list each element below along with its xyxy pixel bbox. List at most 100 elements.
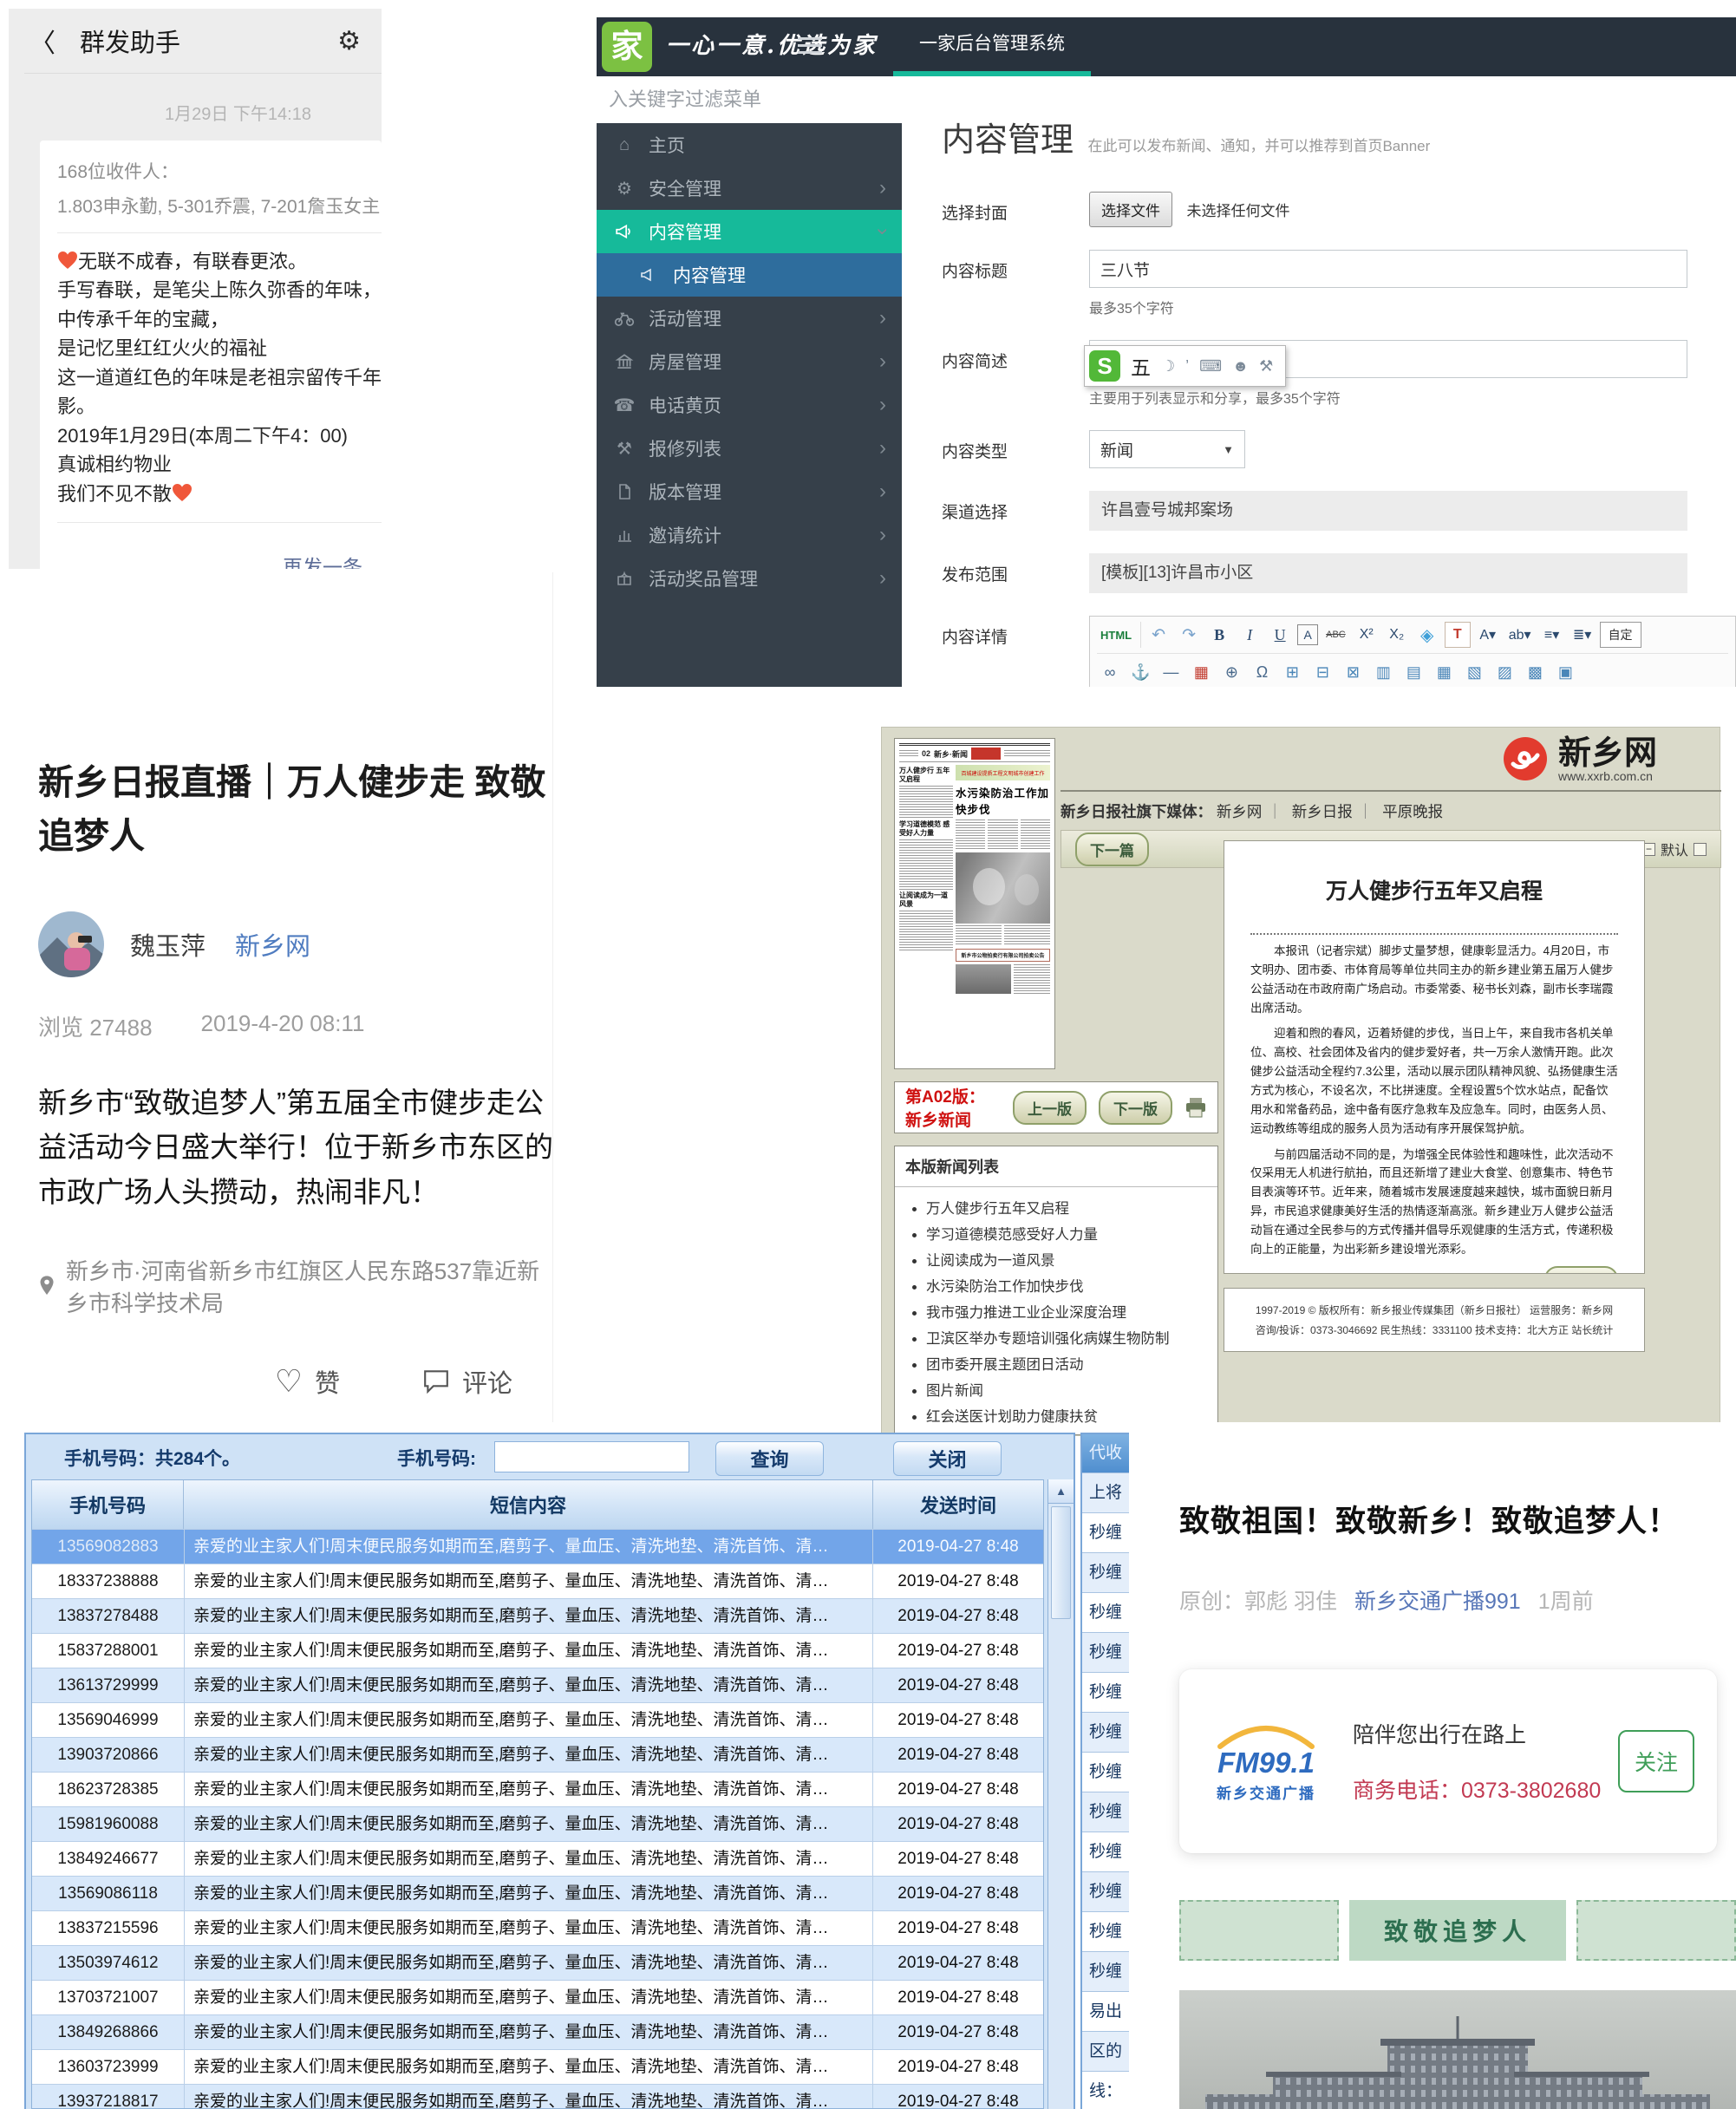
sidebar-item-versions[interactable]: 版本管理 › <box>597 470 902 513</box>
media-link[interactable]: 新乡日报 <box>1292 803 1353 820</box>
editor-tool-icon[interactable]: ≣▾ <box>1570 622 1596 648</box>
editor-tool-icon[interactable]: ↶ <box>1145 622 1171 648</box>
next-article-button[interactable]: 下一篇 <box>1544 1266 1618 1274</box>
table-row[interactable]: 13603723999 亲爱的业主家人们!周末便民服务如期而至,磨剪子、量血压、… <box>32 2049 1043 2084</box>
table-row[interactable]: 13903720866 亲爱的业主家人们!周末便民服务如期而至,磨剪子、量血压、… <box>32 1737 1043 1772</box>
editor-tool-icon[interactable]: ▤ <box>1400 659 1426 685</box>
sidebar-item-repairs[interactable]: ⚒ 报修列表 › <box>597 427 902 470</box>
keyboard-icon[interactable]: ⌨ <box>1199 357 1222 375</box>
sidebar-subitem-content[interactable]: 内容管理 <box>597 253 902 297</box>
zoom-default-label[interactable]: 默认 <box>1661 839 1688 859</box>
table-row[interactable]: 13837278488 亲爱的业主家人们!周末便民服务如期而至,磨剪子、量血压、… <box>32 1598 1043 1633</box>
sidebar-item-phonebook[interactable]: ☎ 电话黄页 › <box>597 383 902 427</box>
next-page-button[interactable]: 下一版 <box>1099 1091 1172 1125</box>
content-title-input[interactable] <box>1089 250 1687 288</box>
news-list-item[interactable]: 学习道德模范感受好人力量 <box>926 1222 1217 1248</box>
editor-tool-icon[interactable]: ▧ <box>1461 659 1487 685</box>
editor-tool-icon[interactable]: ▩ <box>1522 659 1548 685</box>
table-row[interactable]: 18623728385 亲爱的业主家人们!周末便民服务如期而至,磨剪子、量血压、… <box>32 1772 1043 1806</box>
editor-tool-icon[interactable]: A <box>1297 624 1318 645</box>
news-list-item[interactable]: 图片新闻 <box>926 1378 1217 1404</box>
column-phone[interactable]: 手机号码 <box>32 1480 184 1529</box>
news-list-item[interactable]: 万人健步行五年又启程 <box>926 1196 1217 1222</box>
editor-tool-icon[interactable]: ◈ <box>1414 622 1440 648</box>
wrench-icon[interactable]: ⚒ <box>1259 357 1273 375</box>
table-row[interactable]: 13849268866 亲爱的业主家人们!周末便民服务如期而至,磨剪子、量血压、… <box>32 2014 1043 2049</box>
editor-tool-icon[interactable]: X₂ <box>1384 622 1410 648</box>
editor-tool-icon[interactable]: ▨ <box>1491 659 1517 685</box>
query-button[interactable]: 查询 <box>715 1441 824 1476</box>
banner-label[interactable]: 致敬追梦人 <box>1349 1900 1566 1961</box>
sidebar-item-invite-stats[interactable]: 邀请统计 › <box>597 513 902 557</box>
ime-candidate[interactable]: 五 <box>1131 351 1151 381</box>
location-row[interactable]: 新乡市·河南省新乡市红旗区人民东路537靠近新乡市科学技术局 <box>38 1254 552 1318</box>
sidebar-item-activity[interactable]: 活动管理 › <box>597 297 902 340</box>
sidebar-item-home[interactable]: ⌂ 主页 <box>597 123 902 166</box>
zoom-default-icon[interactable] <box>1694 843 1707 856</box>
source-link[interactable]: 新乡网 <box>235 926 310 963</box>
tab-system[interactable]: 一家后台管理系统 <box>893 17 1091 76</box>
author-name[interactable]: 魏玉萍 <box>130 926 206 963</box>
news-list-item[interactable]: 我市强力推进工业企业深度治理 <box>926 1300 1217 1326</box>
moon-icon[interactable]: ☽ <box>1161 357 1175 375</box>
close-button[interactable]: 关闭 <box>893 1441 1002 1476</box>
editor-tool-icon[interactable]: ▣ <box>1552 659 1578 685</box>
prev-page-button[interactable]: 上一版 <box>1013 1091 1087 1125</box>
table-row[interactable]: 13569046999 亲爱的业主家人们!周末便民服务如期而至,磨剪子、量血压、… <box>32 1702 1043 1737</box>
person-icon[interactable]: ☻ <box>1232 357 1249 375</box>
editor-tool-icon[interactable]: ⚓ <box>1127 659 1153 685</box>
table-row[interactable]: 13837215596 亲爱的业主家人们!周末便民服务如期而至,磨剪子、量血压、… <box>32 1910 1043 1945</box>
editor-tool-icon[interactable]: — <box>1158 659 1184 685</box>
editor-tool-icon[interactable]: HTML <box>1097 622 1141 648</box>
editor-tool-icon[interactable]: ▦ <box>1431 659 1457 685</box>
editor-tool-icon[interactable]: T <box>1445 622 1471 648</box>
scope-value[interactable]: [模板][13]许昌市小区 <box>1089 553 1687 593</box>
editor-tool-icon[interactable]: ▦ <box>1188 659 1214 685</box>
resend-button[interactable]: 再发一条 <box>57 537 382 569</box>
scroll-up-icon[interactable]: ▲ <box>1048 1479 1074 1504</box>
choose-file-button[interactable]: 选择文件 <box>1089 192 1172 227</box>
column-message[interactable]: 短信内容 <box>184 1480 873 1529</box>
back-icon[interactable]: 〈 <box>29 22 55 60</box>
printer-icon[interactable] <box>1185 1097 1207 1118</box>
site-logo[interactable]: 新乡网 www.xxrb.com.cn <box>1501 735 1657 783</box>
newspaper-page-thumbnail[interactable]: 02 新乡·新闻 万人健步行 五年又启程 学习道德模范 感受好人力量 让阅读成为… <box>894 738 1055 1069</box>
sidebar-search-input[interactable] <box>597 76 902 123</box>
news-list-item[interactable]: 团市委开展主题团日活动 <box>926 1352 1217 1378</box>
editor-tool-icon[interactable]: ≡▾ <box>1539 622 1565 648</box>
editor-tool-icon[interactable]: ⊞ <box>1279 659 1305 685</box>
editor-tool-icon[interactable]: ∞ <box>1097 659 1123 685</box>
sidebar-item-security[interactable]: ⚙ 安全管理 › <box>597 166 902 210</box>
channel-value[interactable]: 许昌壹号城邦案场 <box>1089 491 1687 531</box>
phone-query-input[interactable] <box>494 1441 689 1472</box>
sidebar-item-content[interactable]: 内容管理 › <box>597 210 902 253</box>
hamburger-icon[interactable] <box>798 37 822 58</box>
media-link[interactable]: 平原晚报 <box>1382 803 1443 820</box>
news-list-item[interactable]: 让阅读成为一道风景 <box>926 1248 1217 1274</box>
gear-icon[interactable]: ⚙ <box>337 26 361 56</box>
news-list-item[interactable]: 水污染防治工作加快步伐 <box>926 1274 1217 1300</box>
vertical-scrollbar[interactable]: ▲ <box>1047 1479 1074 2109</box>
editor-tool-icon[interactable]: A▾ <box>1475 622 1501 648</box>
editor-tool-icon[interactable]: ABC <box>1322 622 1349 648</box>
table-row[interactable]: 13849246677 亲爱的业主家人们!周末便民服务如期而至,磨剪子、量血压、… <box>32 1841 1043 1876</box>
editor-tool-icon[interactable]: I <box>1237 622 1263 648</box>
editor-tool-icon[interactable]: X² <box>1354 622 1380 648</box>
editor-tool-icon[interactable]: 自定 <box>1600 622 1641 648</box>
editor-tool-icon[interactable]: U <box>1267 622 1293 648</box>
table-row[interactable]: 13569082883 亲爱的业主家人们!周末便民服务如期而至,磨剪子、量血压、… <box>32 1529 1043 1564</box>
news-list-item[interactable]: 卫滨区举办专题培训强化病媒生物防制 <box>926 1326 1217 1352</box>
follow-button[interactable]: 关注 <box>1618 1730 1694 1792</box>
author-row[interactable]: 魏玉萍 新乡网 <box>38 911 552 977</box>
table-row[interactable]: 13613729999 亲爱的业主家人们!周末便民服务如期而至,磨剪子、量血压、… <box>32 1668 1043 1702</box>
media-link[interactable]: 新乡网 <box>1217 803 1263 820</box>
avatar[interactable] <box>38 911 104 977</box>
column-time[interactable]: 发送时间 <box>873 1480 1043 1529</box>
like-button[interactable]: ♡ 赞 <box>275 1363 340 1400</box>
table-row[interactable]: 15837288001 亲爱的业主家人们!周末便民服务如期而至,磨剪子、量血压、… <box>32 1633 1043 1668</box>
table-row[interactable]: 13703721007 亲爱的业主家人们!周末便民服务如期而至,磨剪子、量血压、… <box>32 1980 1043 2014</box>
sogou-ime-popup[interactable]: S 五 ☽ ’ ⌨ ☻ ⚒ <box>1084 345 1286 387</box>
editor-tool-icon[interactable]: ⊠ <box>1340 659 1366 685</box>
editor-tool-icon[interactable]: ⊟ <box>1309 659 1335 685</box>
punctuation-icon[interactable]: ’ <box>1185 357 1189 375</box>
